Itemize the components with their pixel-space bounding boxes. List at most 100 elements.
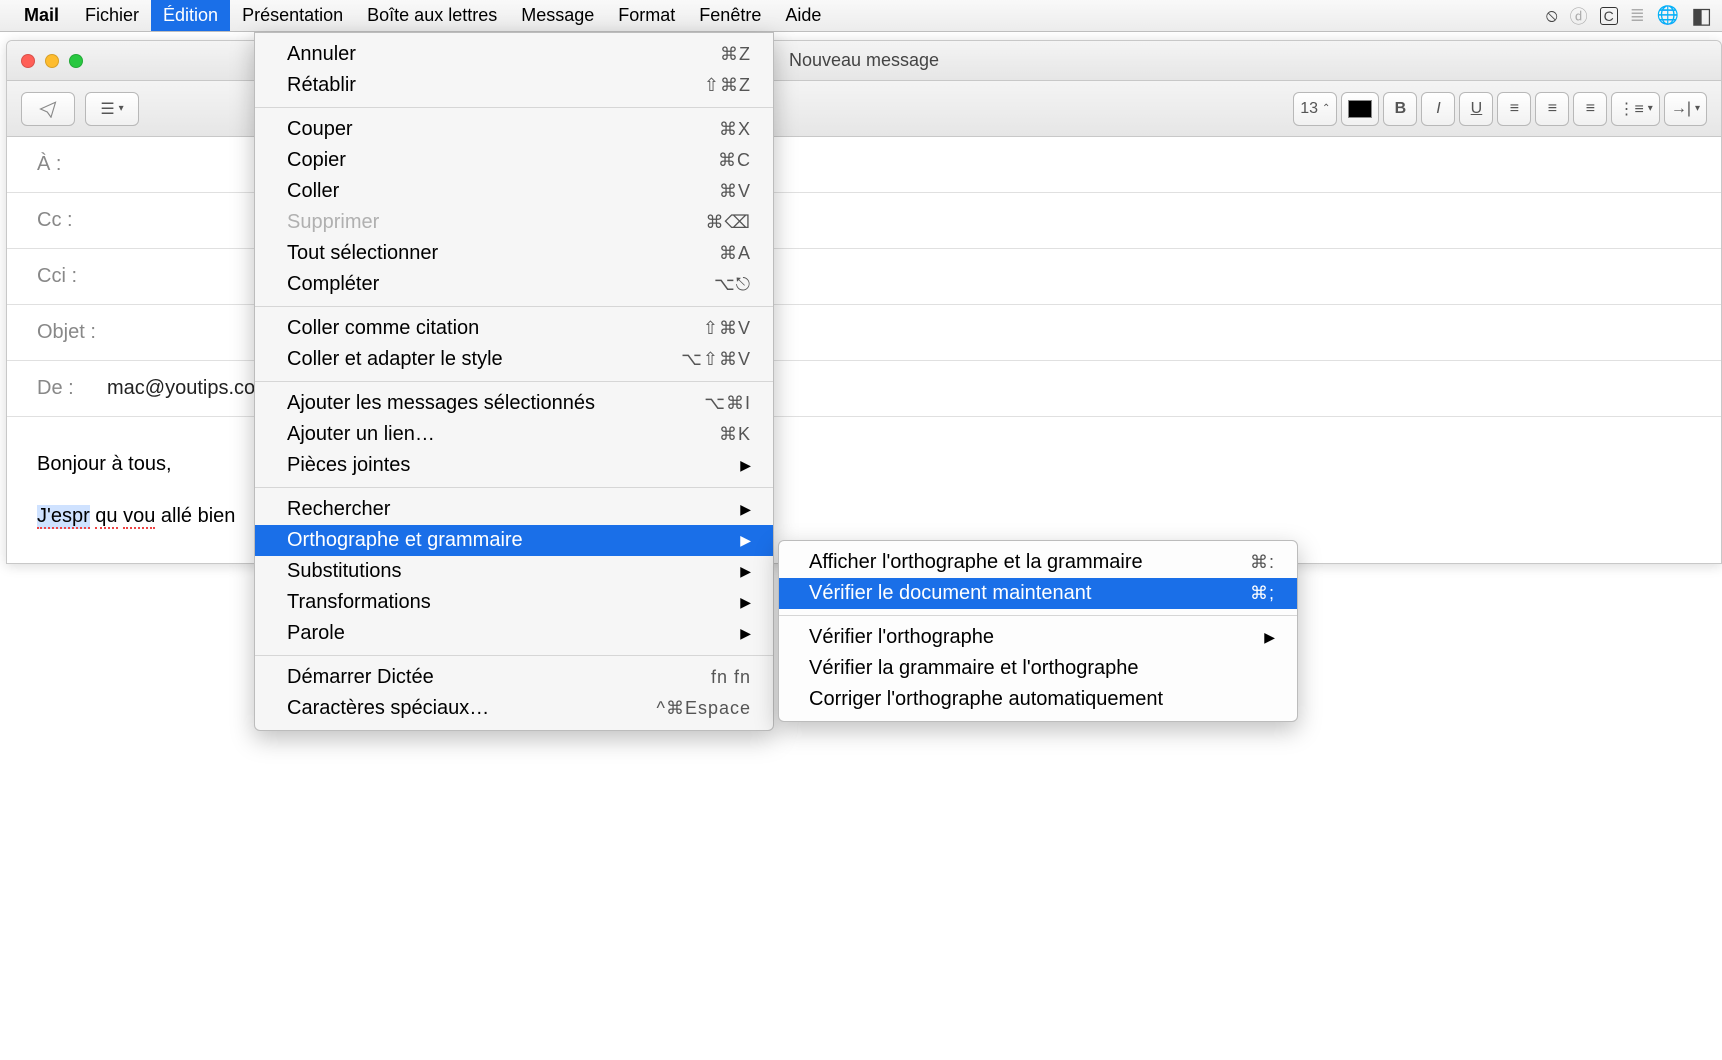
edition-item-10[interactable]: Coller comme citation ⇧⌘V [255, 313, 773, 344]
edition-item-21[interactable]: Parole▶ [255, 618, 773, 649]
menu-format[interactable]: Format [606, 0, 687, 31]
underline-button[interactable]: U [1459, 92, 1493, 126]
menu-boite-aux-lettres[interactable]: Boîte aux lettres [355, 0, 509, 31]
menu-message[interactable]: Message [509, 0, 606, 31]
indent-icon: →| [1671, 100, 1691, 118]
menu-item-label: Ajouter un lien… [287, 423, 435, 446]
bookmark-icon[interactable]: ◧ [1691, 3, 1712, 29]
menu-item-label: Orthographe et grammaire [287, 529, 523, 552]
edition-item-24[interactable]: Caractères spéciaux… ^⌘Espace [255, 693, 773, 724]
edition-item-5[interactable]: Coller⌘V [255, 176, 773, 207]
menu-item-label: Afficher l'orthographe et la grammaire [809, 551, 1143, 574]
menu-item-label: Caractères spéciaux… [287, 697, 489, 720]
edition-item-3[interactable]: Couper ⌘X [255, 114, 773, 145]
edition-item-4[interactable]: Copier ⌘C [255, 145, 773, 176]
align-right-button[interactable]: ≡ [1573, 92, 1607, 126]
menu-shortcut: ⌘X [719, 119, 751, 140]
spellcheck-item-5[interactable]: Corriger l'orthographe automatiquement [779, 684, 1297, 715]
edition-item-14[interactable]: Ajouter un lien…⌘K [255, 419, 773, 450]
menubar-tray: ⦸ ⓓ C ≣ 🌐 ◧ [1546, 3, 1712, 29]
spellcheck-item-3[interactable]: Vérifier l'orthographe▶ [779, 622, 1297, 653]
edition-item-19[interactable]: Substitutions▶ [255, 556, 773, 587]
menu-item-label: Démarrer Dictée [287, 666, 434, 689]
submenu-arrow-icon: ▶ [740, 501, 751, 518]
to-label: À : [37, 153, 97, 176]
header-fields-button[interactable]: ☰▾ [85, 92, 139, 126]
menu-shortcut: ⌥⌘I [704, 393, 751, 414]
menu-item-label: Coller et adapter le style [287, 348, 503, 371]
menu-item-label: Copier [287, 149, 346, 172]
menu-item-label: Couper [287, 118, 353, 141]
menu-item-label: Tout sélectionner [287, 242, 438, 265]
chevron-down-icon: ▾ [1695, 103, 1700, 114]
menu-separator [255, 655, 773, 656]
edition-item-23[interactable]: Démarrer Dictéefn fn [255, 662, 773, 693]
menu-fichier[interactable]: Fichier [73, 0, 151, 31]
text-color-button[interactable] [1341, 92, 1379, 126]
menu-fenetre[interactable]: Fenêtre [687, 0, 773, 31]
menu-shortcut: ^⌘Espace [657, 698, 751, 719]
menu-shortcut: ⌘: [1250, 552, 1275, 573]
edition-item-8[interactable]: Compléter⌥⎋ [255, 269, 773, 300]
spellcheck-item-0[interactable]: Afficher l'orthographe et la grammaire ⌘: [779, 547, 1297, 578]
menu-separator [779, 615, 1297, 616]
edition-item-13[interactable]: Ajouter les messages sélectionnés⌥⌘I [255, 388, 773, 419]
bold-button[interactable]: B [1383, 92, 1417, 126]
spellcheck-item-4[interactable]: Vérifier la grammaire et l'orthographe [779, 653, 1297, 684]
send-button[interactable] [21, 92, 75, 126]
menu-separator [255, 107, 773, 108]
edition-item-1[interactable]: Rétablir ⇧⌘Z [255, 70, 773, 101]
menu-edition[interactable]: Édition [151, 0, 230, 31]
menu-shortcut: ⌘C [718, 150, 751, 171]
menu-item-label: Vérifier la grammaire et l'orthographe [809, 657, 1139, 680]
font-size-select[interactable]: 13 ⌃ [1293, 92, 1337, 126]
menu-item-label: Transformations [287, 591, 431, 614]
power-icon[interactable]: ⦸ [1546, 5, 1558, 26]
menu-aide[interactable]: Aide [773, 0, 833, 31]
menu-item-label: Corriger l'orthographe automatiquement [809, 688, 1163, 711]
edition-item-17[interactable]: Rechercher ▶ [255, 494, 773, 525]
menu-shortcut: ⌘⌫ [706, 212, 751, 233]
edition-item-20[interactable]: Transformations▶ [255, 587, 773, 618]
globe-icon[interactable]: 🌐 [1657, 5, 1679, 26]
menu-shortcut: ⇧⌘Z [704, 75, 751, 96]
menu-item-label: Coller comme citation [287, 317, 479, 340]
menu-item-label: Rétablir [287, 74, 356, 97]
misspelled-word-selected: J'espr [37, 505, 90, 529]
menu-shortcut: ⌘A [719, 243, 751, 264]
menu-separator [255, 306, 773, 307]
d-icon[interactable]: ⓓ [1570, 3, 1588, 29]
edition-item-15[interactable]: Pièces jointes▶ [255, 450, 773, 481]
align-left-icon: ≡ [1510, 100, 1519, 118]
italic-button[interactable]: I [1421, 92, 1455, 126]
app-name[interactable]: Mail [24, 5, 59, 26]
menu-item-label: Vérifier l'orthographe [809, 626, 994, 649]
lines-icon[interactable]: ≣ [1630, 5, 1645, 26]
menu-shortcut: ⌘V [719, 181, 751, 202]
from-label: De : [37, 377, 97, 400]
c-box-icon[interactable]: C [1600, 7, 1618, 25]
menu-item-label: Rechercher [287, 498, 390, 521]
align-center-button[interactable]: ≡ [1535, 92, 1569, 126]
edition-item-11[interactable]: Coller et adapter le style⌥⇧⌘V [255, 344, 773, 375]
edition-menu-dropdown: Annuler⌘Z Rétablir ⇧⌘Z Couper ⌘X Copier ⌘C Coll… [254, 32, 774, 731]
edition-item-18[interactable]: Orthographe et grammaire▶ [255, 525, 773, 556]
spellcheck-item-1[interactable]: Vérifier le document maintenant⌘; [779, 578, 1297, 609]
from-value: mac@youtips.co [107, 377, 255, 400]
edition-item-0[interactable]: Annuler⌘Z [255, 39, 773, 70]
indent-button[interactable]: →| ▾ [1664, 92, 1707, 126]
list-style-button[interactable]: ⋮≡ ▾ [1611, 92, 1659, 126]
menu-shortcut: ⌘Z [720, 44, 751, 65]
menu-presentation[interactable]: Présentation [230, 0, 355, 31]
menu-item-label: Compléter [287, 273, 379, 296]
color-swatch-icon [1348, 100, 1372, 118]
menu-shortcut: ⇧⌘V [703, 318, 751, 339]
menu-item-label: Pièces jointes [287, 454, 410, 477]
edition-item-7[interactable]: Tout sélectionner ⌘A [255, 238, 773, 269]
align-center-icon: ≡ [1548, 100, 1557, 118]
spelling-grammar-submenu: Afficher l'orthographe et la grammaire ⌘:… [778, 540, 1298, 722]
submenu-arrow-icon: ▶ [740, 563, 751, 580]
align-left-button[interactable]: ≡ [1497, 92, 1531, 126]
menu-separator [255, 487, 773, 488]
subject-label: Objet : [37, 321, 97, 344]
